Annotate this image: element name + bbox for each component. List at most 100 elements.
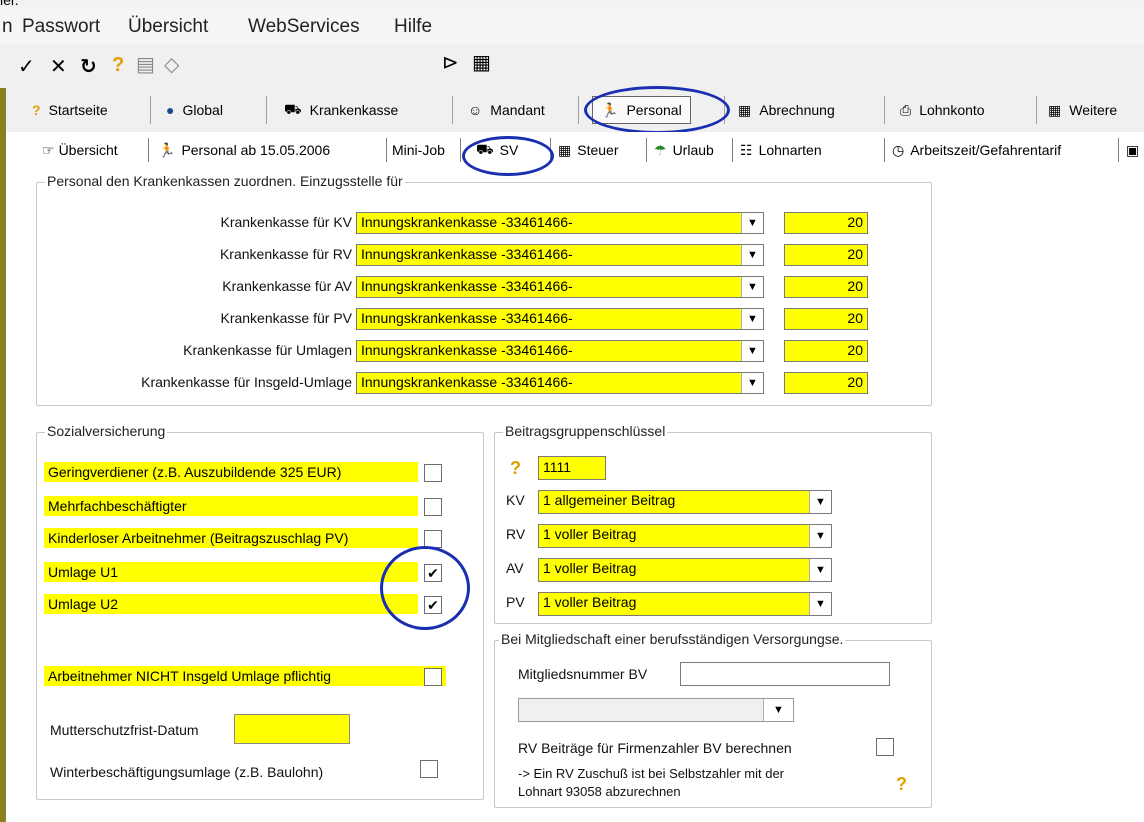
bv-rv-checkbox[interactable]: [876, 738, 894, 756]
folder-open-icon[interactable]: ⊳: [442, 50, 459, 75]
group-legend: Sozialversicherung: [45, 423, 168, 439]
sv-checkbox-mehrfach[interactable]: [424, 498, 442, 516]
nav-label: Personal: [626, 102, 682, 118]
x-icon[interactable]: ✕: [50, 54, 67, 79]
kk-select-kv[interactable]: Innungskrankenkasse -33461466- ▼: [356, 212, 764, 234]
nav-label: Startseite: [48, 102, 108, 118]
menu-item-webservices[interactable]: WebServices: [248, 16, 360, 38]
check-icon[interactable]: ✓: [18, 54, 35, 79]
kk-number-kv[interactable]: 20: [784, 212, 868, 234]
nav-label: Abrechnung: [759, 102, 835, 118]
bgs-select-av[interactable]: 1 voller Beitrag ▼: [538, 558, 832, 582]
tab-label: Übersicht: [58, 142, 118, 158]
bgs-label-av: AV: [506, 560, 524, 576]
kk-number-rv[interactable]: 20: [784, 244, 868, 266]
document-icon[interactable]: ▤: [136, 52, 155, 77]
briefcase-icon: ▣: [1126, 141, 1140, 158]
chevron-down-icon[interactable]: ▼: [741, 213, 763, 233]
nav-separator: [266, 96, 267, 124]
bv-member-label: Mitgliedsnummer BV: [518, 666, 648, 682]
nav-label: Global: [182, 102, 223, 118]
nav-global[interactable]: ● Global: [166, 96, 223, 124]
tab-minijob[interactable]: Mini-Job: [392, 138, 445, 162]
bgs-select-kv[interactable]: 1 allgemeiner Beitrag ▼: [538, 490, 832, 514]
menu-item-cut[interactable]: n: [2, 16, 13, 38]
winter-label: Winterbeschäftigungsumlage (z.B. Baulohn…: [50, 764, 324, 780]
kk-select-pv[interactable]: Innungskrankenkasse -33461466- ▼: [356, 308, 764, 330]
tab-steuer[interactable]: ▦ Steuer: [558, 138, 618, 162]
kk-select-av[interactable]: Innungskrankenkasse -33461466- ▼: [356, 276, 764, 298]
sv-checkbox-geringverdiener[interactable]: [424, 464, 442, 482]
bgs-select-pv[interactable]: 1 voller Beitrag ▼: [538, 592, 832, 616]
tab-arbeitszeit[interactable]: ◷ Arbeitszeit/Gefahrentarif: [892, 138, 1061, 162]
redo-icon[interactable]: ↻: [80, 54, 97, 79]
select-value: Innungskrankenkasse -33461466-: [361, 214, 573, 230]
tab-sv[interactable]: ⛟ SV: [476, 138, 518, 162]
menu-item-passwort[interactable]: Passwort: [22, 16, 100, 38]
table-icon: ▦: [1048, 101, 1062, 118]
chevron-down-icon[interactable]: ▼: [741, 277, 763, 297]
nav-personal[interactable]: 🏃 Personal: [592, 96, 691, 124]
nav-label: Mandant: [490, 102, 545, 118]
select-value: Innungskrankenkasse -33461466-: [361, 246, 573, 262]
tab-uebersicht[interactable]: ☞ Übersicht: [42, 138, 118, 162]
nav-abrechnung[interactable]: ▦ Abrechnung: [738, 96, 835, 124]
chevron-down-icon[interactable]: ▼: [763, 699, 793, 721]
tab-label: Mini-Job: [392, 142, 445, 158]
sv-checkbox-umlage-u1[interactable]: ✔: [424, 564, 442, 582]
kk-number-insgeld[interactable]: 20: [784, 372, 868, 394]
tab-label: Urlaub: [672, 142, 714, 158]
mutterschutz-label: Mutterschutzfrist-Datum: [50, 722, 199, 738]
nav-separator: [150, 96, 151, 124]
menu-item-uebersicht[interactable]: Übersicht: [128, 16, 208, 38]
sv-checkbox-winter[interactable]: [420, 760, 438, 778]
help-icon[interactable]: ?: [510, 458, 521, 479]
table-icon: ▦: [558, 141, 572, 158]
select-value: Innungskrankenkasse -33461466-: [361, 374, 573, 390]
calendar-icon[interactable]: ▦: [472, 50, 491, 75]
help-icon[interactable]: ?: [896, 774, 907, 795]
sv-checkbox-umlage-u2[interactable]: ✔: [424, 596, 442, 614]
kk-select-rv[interactable]: Innungskrankenkasse -33461466- ▼: [356, 244, 764, 266]
chevron-down-icon[interactable]: ▼: [741, 341, 763, 361]
tab-urlaub[interactable]: ☂ Urlaub: [654, 138, 714, 162]
tab-more-icon[interactable]: ▣: [1126, 138, 1139, 162]
bv-select[interactable]: ▼: [518, 698, 794, 722]
mutterschutz-date-field[interactable]: [234, 714, 350, 744]
kk-label-kv: Krankenkasse für KV: [220, 214, 352, 230]
nav-startseite[interactable]: ? Startseite: [32, 96, 108, 124]
title-strip: ler.: [0, 0, 1144, 8]
sv-checkbox-insgeld[interactable]: [424, 668, 442, 686]
nav-krankenkasse[interactable]: ⛟ Krankenkasse: [284, 96, 398, 124]
chevron-down-icon[interactable]: ▼: [741, 373, 763, 393]
kk-select-insgeld[interactable]: Innungskrankenkasse -33461466- ▼: [356, 372, 764, 394]
tab-personal[interactable]: 🏃 Personal ab 15.05.2006: [158, 138, 330, 162]
person-icon: ☺: [468, 102, 483, 118]
chevron-down-icon[interactable]: ▼: [809, 593, 831, 615]
chevron-down-icon[interactable]: ▼: [809, 525, 831, 547]
bgs-code-field[interactable]: 1111: [538, 456, 606, 480]
menu-item-hilfe[interactable]: Hilfe: [394, 16, 432, 38]
nav-mandant[interactable]: ☺ Mandant: [468, 96, 545, 124]
help-icon[interactable]: ?: [112, 54, 124, 77]
chevron-down-icon[interactable]: ▼: [741, 309, 763, 329]
chevron-down-icon[interactable]: ▼: [809, 559, 831, 581]
nav-label: Krankenkasse: [309, 102, 399, 118]
nav-lohnkonto[interactable]: ⎙ Lohnkonto: [900, 96, 985, 124]
chevron-down-icon[interactable]: ▼: [809, 491, 831, 513]
kk-number-umlagen[interactable]: 20: [784, 340, 868, 362]
sv-checkbox-kinderlos[interactable]: [424, 530, 442, 548]
kk-select-umlagen[interactable]: Innungskrankenkasse -33461466- ▼: [356, 340, 764, 362]
nav-weitere[interactable]: ▦ Weitere: [1048, 96, 1144, 124]
globe-icon: ●: [166, 102, 175, 118]
kk-number-av[interactable]: 20: [784, 276, 868, 298]
kk-number-pv[interactable]: 20: [784, 308, 868, 330]
eraser-icon[interactable]: ◇: [164, 52, 179, 77]
bv-member-input[interactable]: [680, 662, 890, 686]
bgs-select-rv[interactable]: 1 voller Beitrag ▼: [538, 524, 832, 548]
tab-lohnarten[interactable]: ☷ Lohnarten: [740, 138, 822, 162]
bgs-label-pv: PV: [506, 594, 525, 610]
chevron-down-icon[interactable]: ▼: [741, 245, 763, 265]
calculator-icon: ▦: [738, 101, 752, 118]
title-fragment: ler.: [0, 0, 19, 8]
